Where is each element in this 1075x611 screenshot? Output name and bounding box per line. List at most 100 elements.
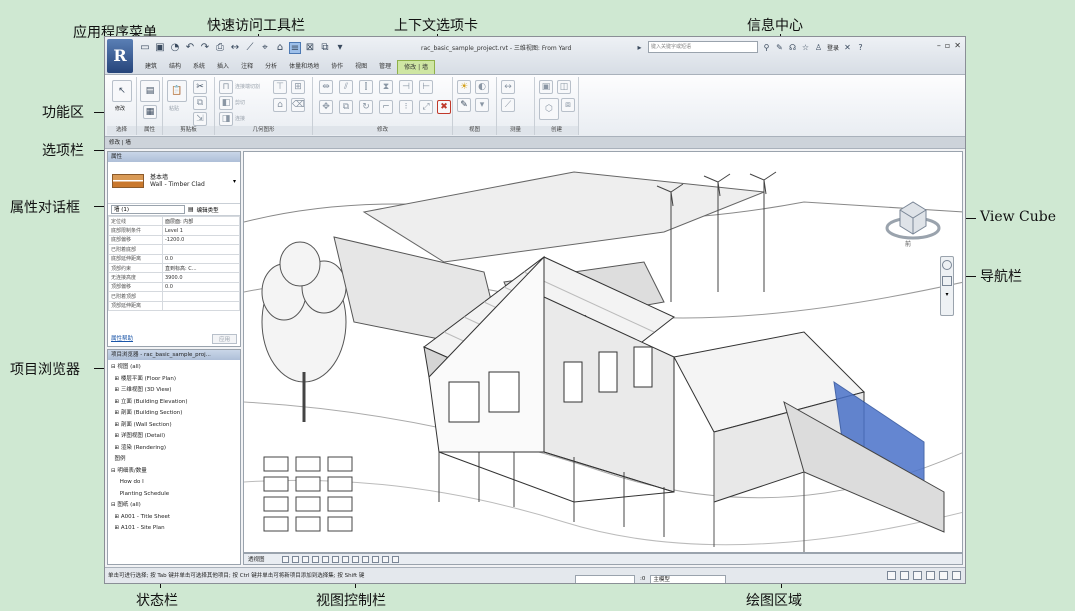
paste-icon[interactable]: 📋 [167,80,187,102]
create-assembly-icon[interactable]: ▣ [539,80,553,94]
show-crop-icon[interactable] [341,555,349,563]
tree-item[interactable]: ⊞ 渲染 (Rendering) [111,443,237,455]
close-icon[interactable]: ✕ [954,41,961,50]
tab-manage[interactable]: 管理 [373,60,397,74]
tab-annotate[interactable]: 注释 [235,60,259,74]
tab-systems[interactable]: 系统 [187,60,211,74]
save-icon[interactable]: ▣ [154,42,166,54]
type-selector[interactable]: 基本墙 Wall - Timber Clad ▾ [108,162,240,204]
tree-item[interactable]: ⊞ A101 - Site Plan [111,523,237,535]
tab-view[interactable]: 视图 [349,60,373,74]
detail-level-icon[interactable] [281,555,289,563]
cut-geometry-icon[interactable]: ◧ [219,96,233,110]
nav-options-icon[interactable]: ▾ [944,292,950,298]
select-pinned-icon[interactable] [913,571,922,580]
tab-collaborate[interactable]: 协作 [325,60,349,74]
split-face-icon[interactable]: ⊞ [291,80,305,94]
undo-icon[interactable]: ↶ [184,42,196,54]
trim-icon[interactable]: ⌐ [379,100,393,114]
tree-item[interactable]: ⊞ 剖面 (Building Section) [111,408,237,420]
render-icon[interactable] [321,555,329,563]
temp-hide-icon[interactable] [361,555,369,563]
create-group-icon[interactable]: ⬡ [539,98,559,120]
filter-icon[interactable] [952,571,961,580]
select-underlay-icon[interactable] [900,571,909,580]
tree-item[interactable]: How do I [111,477,237,489]
measure-distance-icon[interactable]: ↔ [501,80,515,94]
thin-lines-icon[interactable]: ≡ [289,42,301,54]
drawing-area[interactable]: 前 ▾ [243,151,963,553]
hide-icon[interactable]: ◐ [475,80,489,94]
drag-elements-icon[interactable] [939,571,948,580]
view-cube[interactable]: 前 [884,192,942,250]
print-icon[interactable]: ⎙ [214,42,226,54]
customize-qat-icon[interactable]: ▾ [334,42,346,54]
sync-icon[interactable]: ◔ [169,42,181,54]
steering-wheel-icon[interactable] [942,260,952,270]
copy-element-icon[interactable]: ⧉ [339,100,353,114]
properties-help-link[interactable]: 属性帮助 [111,334,133,344]
mirror-draw-icon[interactable]: ⧗ [379,80,393,94]
chevron-down-icon[interactable]: ▾ [233,178,236,185]
measure-icon[interactable]: ↔ [229,42,241,54]
tab-architecture[interactable]: 建筑 [139,60,163,74]
split-icon[interactable]: ⊣ [399,80,413,94]
select-links-icon[interactable] [887,571,896,580]
tree-item[interactable]: ⊞ 立面 (Building Elevation) [111,397,237,409]
properties-icon[interactable]: ▤ [140,80,160,102]
tree-item[interactable]: 图例 [111,454,237,466]
instance-filter-select[interactable]: 墙 (1) [111,205,185,214]
analytical-model-icon[interactable] [381,555,389,563]
match-type-icon[interactable]: ⇲ [193,112,207,126]
tree-item[interactable]: ⊞ A001 - Title Sheet [111,512,237,524]
highlight-displacement-icon[interactable] [391,555,399,563]
tree-item[interactable]: ⊟ 视图 (all) [111,362,237,374]
tab-analyze[interactable]: 分析 [259,60,283,74]
design-option-select[interactable]: 主模型 [650,574,727,583]
cope-icon[interactable]: ⊓ [219,80,233,94]
modify-arrow-icon[interactable]: ↖ [112,80,132,102]
demolish-icon[interactable]: ⌫ [291,98,305,112]
copy-icon[interactable]: ⧉ [193,96,207,110]
rotate-icon[interactable]: ↻ [359,100,373,114]
redo-icon[interactable]: ↷ [199,42,211,54]
tree-item[interactable]: Planting Schedule [111,489,237,501]
join-geometry-icon[interactable]: ◨ [219,112,233,126]
tree-item[interactable]: ⊞ 三维视图 (3D View) [111,385,237,397]
dimension-icon[interactable]: ⟋ [244,42,256,54]
tree-item[interactable]: ⊟ 图纸 (all) [111,500,237,512]
binoculars-icon[interactable]: ⚲ [762,43,771,52]
create-parts-icon[interactable]: ◫ [557,80,571,94]
mirror-axis-icon[interactable]: ⫿ [359,80,373,94]
delete-icon[interactable]: ✖ [437,100,451,114]
move-icon[interactable]: ✥ [319,100,333,114]
tree-item[interactable]: ⊞ 剖面 (Wall Section) [111,420,237,432]
gap-split-icon[interactable]: ⊢ [419,80,433,94]
scale-icon[interactable]: ⤢ [419,100,433,114]
restore-icon[interactable]: ▫ [945,41,950,50]
tab-insert[interactable]: 插入 [211,60,235,74]
workset-select[interactable] [575,574,635,583]
3d-view-icon[interactable]: ⌂ [274,42,286,54]
open-icon[interactable]: ▭ [139,42,151,54]
apply-button[interactable]: 应用 [211,334,237,344]
search-input[interactable]: 键入关键字或短语 [648,41,758,53]
wall-joins-icon[interactable]: ⊤ [273,80,287,94]
tab-modify-wall[interactable]: 修改 | 墙 [397,60,435,74]
subscription-icon[interactable]: ✎ [775,43,784,52]
help-icon[interactable]: ? [856,43,865,52]
tree-item[interactable]: ⊞ 楼层平面 (Floor Plan) [111,374,237,386]
edit-type-icon[interactable]: ▤ [188,206,194,213]
crop-view-icon[interactable] [331,555,339,563]
tab-massing-site[interactable]: 体量和场地 [283,60,325,74]
tree-item[interactable]: ⊟ 明细表/数量 [111,466,237,478]
lightbulb-icon[interactable]: ☀ [457,80,471,94]
expand-icon[interactable]: ▸ [635,43,644,52]
minimize-icon[interactable]: – [937,41,941,50]
array-icon[interactable]: ⁝ [399,100,413,114]
edit-type-button[interactable]: 编辑类型 [197,206,219,214]
lock-view-icon[interactable] [351,555,359,563]
favorites-icon[interactable]: ☆ [801,43,810,52]
select-by-face-icon[interactable] [926,571,935,580]
linework-icon[interactable]: ▾ [475,98,489,112]
